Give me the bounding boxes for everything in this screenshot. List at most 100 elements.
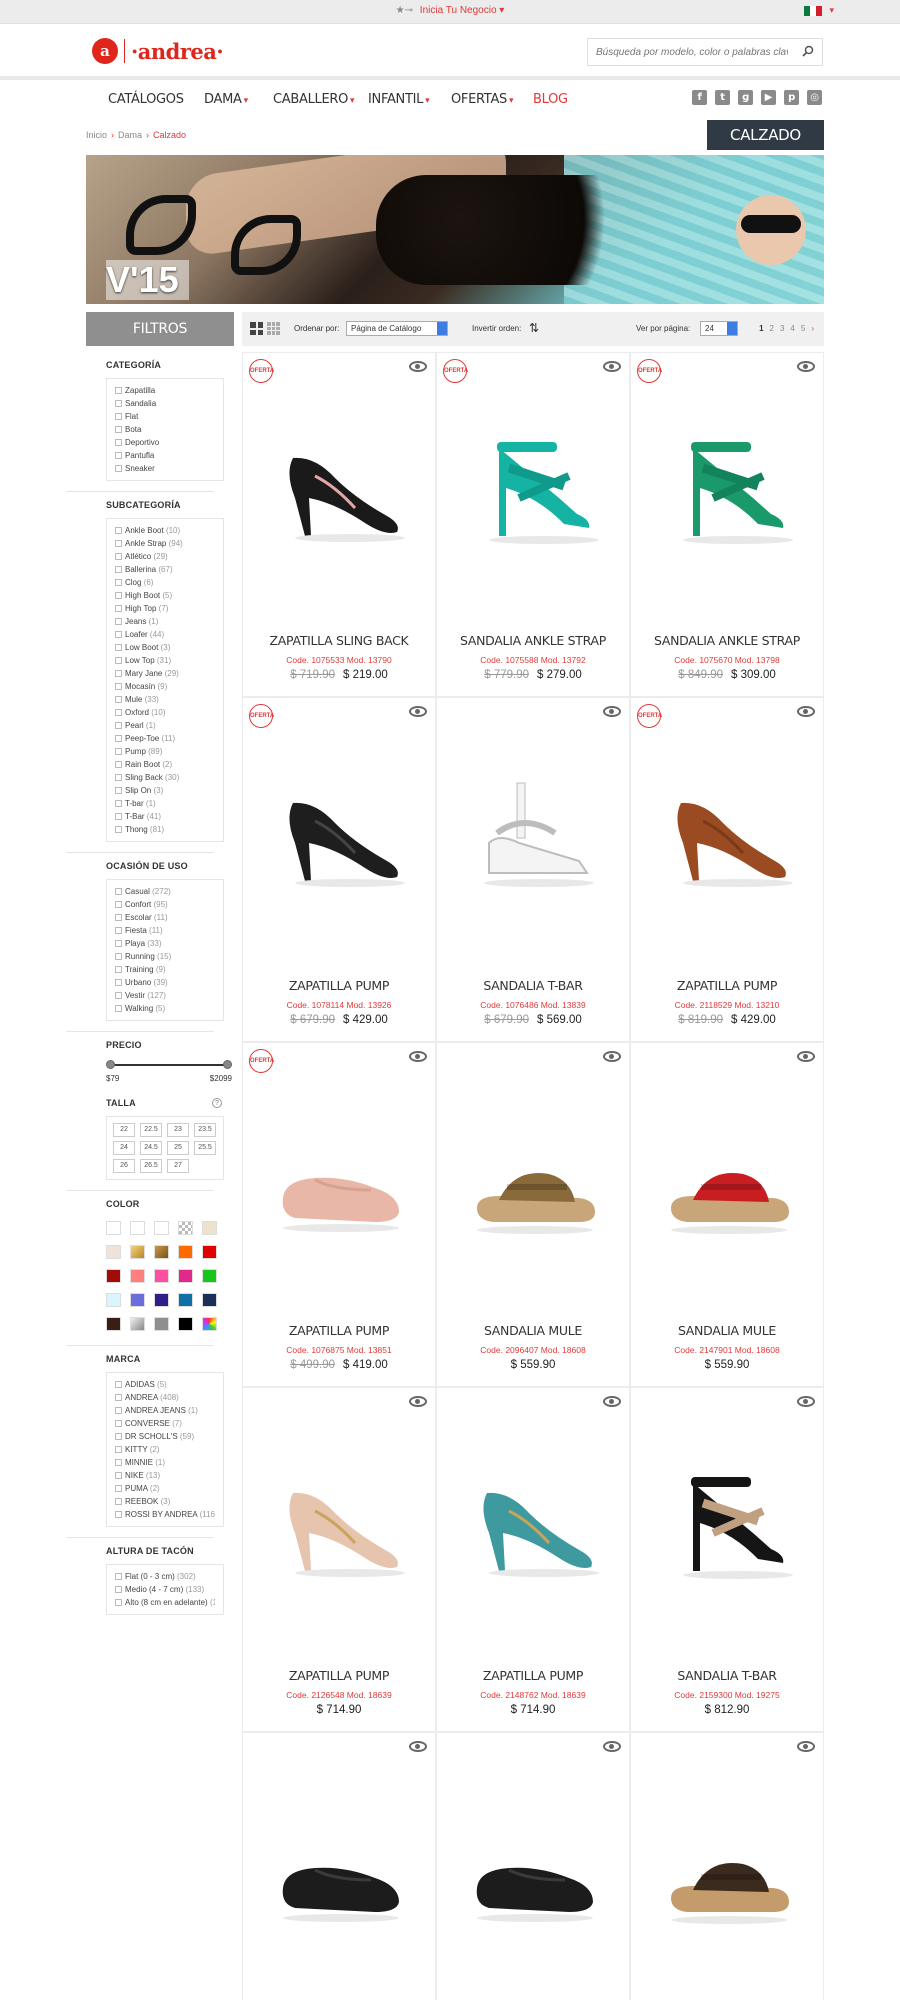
size-option[interactable]: 25.5 <box>194 1141 216 1155</box>
product-name[interactable]: Zapatilla Pump <box>243 978 435 993</box>
checkbox[interactable] <box>115 579 122 586</box>
product-image[interactable] <box>457 1793 611 1943</box>
filter-option[interactable]: Low Top (31) <box>115 654 215 667</box>
checkbox[interactable] <box>115 400 122 407</box>
color-swatch[interactable] <box>154 1317 169 1331</box>
product-card[interactable] <box>242 1732 436 2000</box>
nav-item-caballero[interactable]: Caballero ▾ <box>273 92 355 107</box>
filter-option[interactable]: Alto (8 cm en adelante) (181) <box>115 1596 215 1609</box>
product-card[interactable] <box>436 1732 630 2000</box>
checkbox[interactable] <box>115 940 122 947</box>
checkbox[interactable] <box>115 683 122 690</box>
color-swatch[interactable] <box>130 1293 145 1307</box>
product-name[interactable]: Zapatilla Pump <box>437 1668 629 1683</box>
checkbox[interactable] <box>115 605 122 612</box>
filter-option[interactable]: Casual (272) <box>115 885 215 898</box>
filters-header[interactable]: Filtros <box>86 312 234 346</box>
color-swatch[interactable] <box>202 1221 217 1235</box>
product-card[interactable]: OFERTA Zapatilla Pump Code. 1078114 Mod. … <box>242 697 436 1042</box>
business-link-wrap[interactable]: ★⊸ Inicia Tu Negocio ▾ <box>0 5 900 16</box>
product-image[interactable] <box>457 413 611 563</box>
checkbox[interactable] <box>115 1420 122 1427</box>
checkbox[interactable] <box>115 1005 122 1012</box>
color-swatch[interactable] <box>130 1317 145 1331</box>
compact-grid-icon[interactable] <box>267 322 280 335</box>
breadcrumb-inicio[interactable]: Inicio <box>86 130 107 140</box>
product-name[interactable]: Sandalia Ankle Strap <box>437 633 629 648</box>
shoe-image[interactable] <box>663 1463 793 1583</box>
product-image[interactable] <box>263 1793 417 1943</box>
product-name[interactable]: Sandalia Ankle Strap <box>631 633 823 648</box>
product-image[interactable] <box>651 1793 805 1943</box>
filter-option[interactable]: Pearl (1) <box>115 719 215 732</box>
product-image[interactable] <box>457 1103 611 1253</box>
filter-option[interactable]: Slip On (3) <box>115 784 215 797</box>
shoe-image[interactable] <box>663 428 793 548</box>
shoe-image[interactable] <box>275 1808 405 1928</box>
color-swatch[interactable] <box>106 1317 121 1331</box>
product-card[interactable]: Sandalia T-Bar Code. 2159300 Mod. 19275 $ … <box>630 1387 824 1732</box>
filter-option[interactable]: Sling Back (30) <box>115 771 215 784</box>
chevron-down-icon[interactable]: ▾ <box>829 5 834 16</box>
next-page-icon[interactable]: › <box>811 324 814 333</box>
checkbox[interactable] <box>115 787 122 794</box>
checkbox[interactable] <box>115 465 122 472</box>
filter-option[interactable]: Deportivo <box>115 436 215 449</box>
color-swatch[interactable] <box>178 1293 193 1307</box>
facebook-icon[interactable]: f <box>692 90 707 105</box>
quick-view-eye-icon[interactable] <box>409 1741 427 1752</box>
product-name[interactable]: Sandalia T-Bar <box>437 978 629 993</box>
checkbox[interactable] <box>115 1498 122 1505</box>
quick-view-eye-icon[interactable] <box>603 706 621 717</box>
product-image[interactable] <box>651 413 805 563</box>
checkbox[interactable] <box>115 914 122 921</box>
product-image[interactable] <box>457 1448 611 1598</box>
filter-option[interactable]: Rain Boot (2) <box>115 758 215 771</box>
product-card[interactable]: OFERTA Sandalia Ankle Strap Code. 1075670… <box>630 352 824 697</box>
product-name[interactable]: Sandalia Mule <box>437 1323 629 1338</box>
color-swatch[interactable] <box>130 1245 145 1259</box>
checkbox[interactable] <box>115 709 122 716</box>
checkbox[interactable] <box>115 735 122 742</box>
filter-option[interactable]: Atlético (29) <box>115 550 215 563</box>
filter-option[interactable]: ROSSI BY ANDREA (116) <box>115 1508 215 1521</box>
twitter-icon[interactable]: t <box>715 90 730 105</box>
filter-option[interactable]: Pump (89) <box>115 745 215 758</box>
checkbox[interactable] <box>115 800 122 807</box>
breadcrumb-dama[interactable]: Dama <box>118 130 142 140</box>
filter-option[interactable]: NIKE (13) <box>115 1469 215 1482</box>
sort-select[interactable]: Página de Catálogo <box>346 321 448 336</box>
nav-item-infantil[interactable]: Infantil ▾ <box>368 92 430 107</box>
product-name[interactable]: Zapatilla Pump <box>243 1323 435 1338</box>
color-swatch[interactable] <box>178 1317 193 1331</box>
shoe-image[interactable] <box>275 1463 405 1583</box>
page-link[interactable]: 5 <box>801 324 805 333</box>
checkbox[interactable] <box>115 540 122 547</box>
size-option[interactable]: 25 <box>167 1141 189 1155</box>
product-image[interactable] <box>651 758 805 908</box>
quick-view-eye-icon[interactable] <box>409 1396 427 1407</box>
page-link[interactable]: 2 <box>770 324 774 333</box>
page-link[interactable]: 1 <box>759 324 763 333</box>
product-card[interactable] <box>630 1732 824 2000</box>
product-card[interactable]: OFERTA Zapatilla Pump Code. 1076875 Mod. … <box>242 1042 436 1387</box>
shoe-image[interactable] <box>663 1118 793 1238</box>
filter-option[interactable]: ADIDAS (5) <box>115 1378 215 1391</box>
grid-view-icon[interactable] <box>250 322 263 335</box>
quick-view-eye-icon[interactable] <box>603 361 621 372</box>
checkbox[interactable] <box>115 826 122 833</box>
shoe-image[interactable] <box>663 1808 793 1928</box>
nav-item-dama[interactable]: Dama ▾ <box>204 92 248 107</box>
size-option[interactable]: 23.5 <box>194 1123 216 1137</box>
color-swatch[interactable] <box>130 1221 145 1235</box>
size-option[interactable]: 23 <box>167 1123 189 1137</box>
shoe-image[interactable] <box>663 773 793 893</box>
color-swatch[interactable] <box>106 1221 121 1235</box>
size-option[interactable]: 24 <box>113 1141 135 1155</box>
nav-item-ofertas[interactable]: Ofertas ▾ <box>451 92 514 107</box>
filter-option[interactable]: ANDREA JEANS (1) <box>115 1404 215 1417</box>
price-slider-min-handle[interactable] <box>106 1060 115 1069</box>
color-swatch[interactable] <box>202 1245 217 1259</box>
checkbox[interactable] <box>115 888 122 895</box>
filter-option[interactable]: Walking (5) <box>115 1002 215 1015</box>
